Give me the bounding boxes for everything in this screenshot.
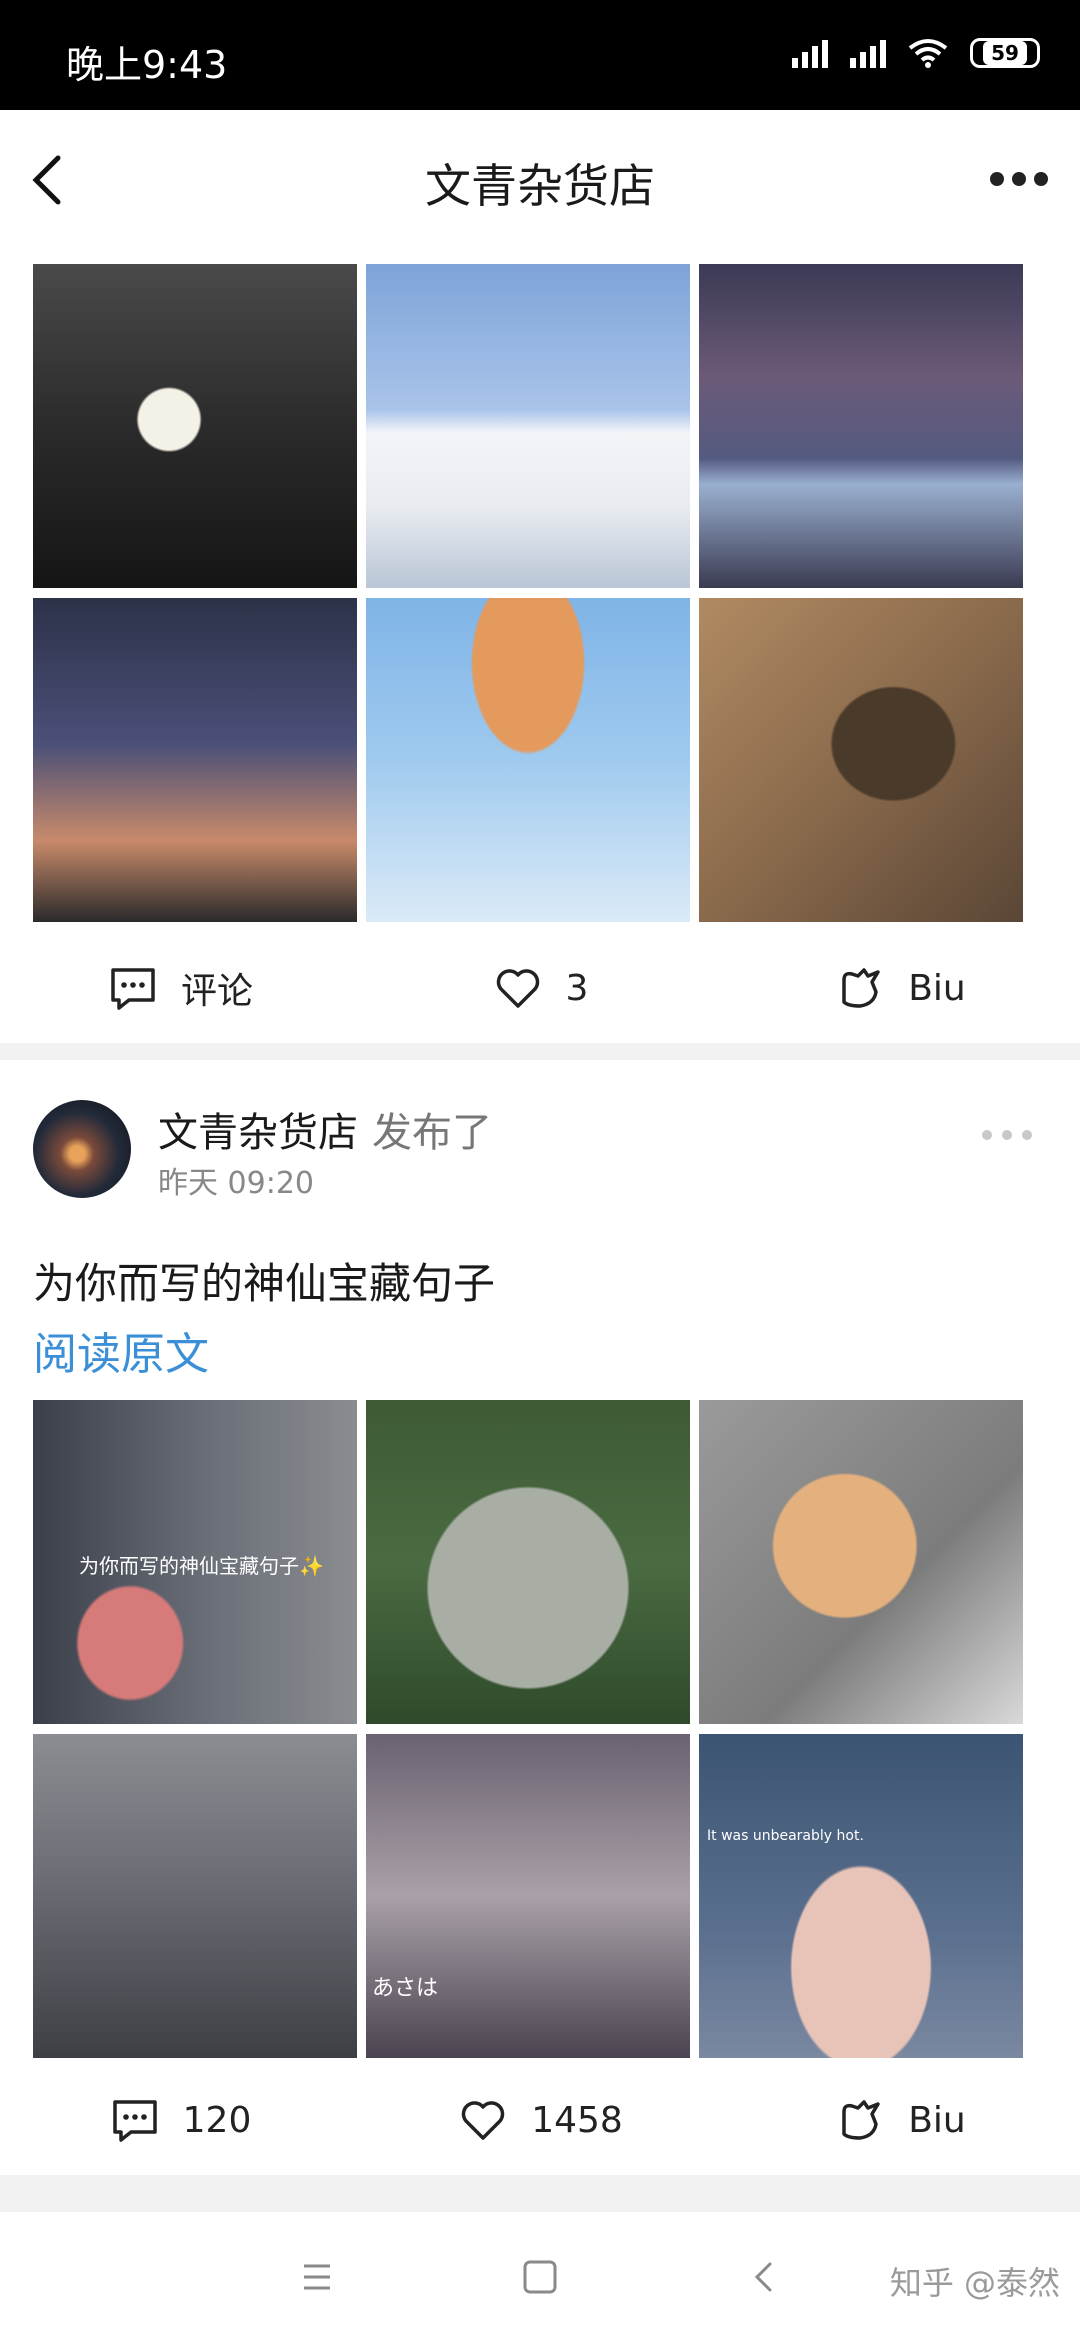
comment-icon xyxy=(111,968,155,1010)
comment-icon xyxy=(112,2100,157,2142)
comment-button[interactable]: 120 xyxy=(0,2070,360,2170)
photo-night-sea[interactable] xyxy=(699,264,1023,588)
photo-ship[interactable] xyxy=(366,264,690,588)
comment-count: 120 xyxy=(182,2099,252,2141)
photo-caption: 为你而写的神仙宝藏句子✨ xyxy=(79,1554,324,1578)
biu-button[interactable]: Biu xyxy=(720,2070,1080,2170)
home-square-icon[interactable] xyxy=(515,2252,565,2302)
author-name[interactable]: 文青杂货店 xyxy=(158,1110,358,1156)
photo-camera[interactable]: 为你而写的神仙宝藏句子✨ xyxy=(33,1400,357,1724)
battery-icon: 59 xyxy=(970,38,1040,68)
post-card-1: 评论 3 Biu xyxy=(0,248,1080,1043)
photo-bus-seats[interactable]: あさは xyxy=(366,1734,690,2058)
biu-label: Biu xyxy=(908,967,966,1009)
heart-icon xyxy=(496,969,539,1008)
post-2-actions: 120 1458 Biu xyxy=(0,2070,1080,2170)
biu-icon xyxy=(842,968,880,1008)
more-options-button[interactable] xyxy=(984,162,1054,196)
photo-caption: あさは xyxy=(372,1976,439,2001)
photo-rainy-street[interactable] xyxy=(33,1734,357,2058)
menu-icon[interactable] xyxy=(292,2252,342,2302)
read-original-link[interactable]: 阅读原文 xyxy=(33,1318,209,1382)
status-icons: 59 xyxy=(792,38,1040,68)
post-verb: 发布了 xyxy=(372,1110,492,1156)
signal-icon xyxy=(792,38,828,68)
like-button[interactable]: 1458 xyxy=(360,2070,720,2170)
back-icon[interactable] xyxy=(740,2252,790,2302)
post-title[interactable]: 为你而写的神仙宝藏句子 xyxy=(33,1250,495,1311)
comment-label: 评论 xyxy=(180,971,253,1012)
post-card-2: 文青杂货店 发布了 昨天 09:20 为你而写的神仙宝藏句子 阅读原文 为你而写的… xyxy=(0,1060,1080,2175)
biu-label: Biu xyxy=(908,2099,966,2141)
photo-cloud-sun[interactable]: It was unbearably hot. xyxy=(699,1734,1023,2058)
photo-cat-sky[interactable] xyxy=(366,598,690,922)
heart-icon xyxy=(461,2101,505,2140)
biu-icon xyxy=(842,2100,880,2140)
avatar[interactable] xyxy=(33,1100,131,1198)
wifi-icon xyxy=(908,39,948,68)
photo-remember-billboard[interactable] xyxy=(33,598,357,922)
photo-moon-bridge[interactable] xyxy=(33,264,357,588)
photo-umbrella[interactable] xyxy=(366,1400,690,1724)
post-1-actions: 评论 3 Biu xyxy=(0,938,1080,1038)
top-nav-bar: 文青杂货店 xyxy=(0,110,1080,248)
watermark: 知乎 @泰然 xyxy=(889,2264,1060,2302)
status-bar: 晚上9:43 59 xyxy=(0,0,1080,110)
photo-grid xyxy=(33,264,1023,922)
photo-shadow-couple[interactable] xyxy=(699,598,1023,922)
like-button[interactable]: 3 xyxy=(360,938,720,1038)
photo-caption: It was unbearably hot. xyxy=(707,1828,864,1844)
like-count: 3 xyxy=(565,967,589,1009)
photo-grid: 为你而写的神仙宝藏句子✨ あさは It was unbearably hot. xyxy=(33,1400,1023,2058)
signal-icon-2 xyxy=(850,38,886,68)
post-more-button[interactable] xyxy=(982,1130,1032,1140)
post-author[interactable]: 文青杂货店 发布了 xyxy=(158,1100,492,1158)
status-time: 晚上9:43 xyxy=(66,43,228,87)
post-time: 昨天 09:20 xyxy=(158,1166,314,1201)
like-count: 1458 xyxy=(531,2099,623,2141)
biu-button[interactable]: Biu xyxy=(720,938,1080,1038)
comment-button[interactable]: 评论 xyxy=(0,938,360,1038)
page-title: 文青杂货店 xyxy=(425,159,655,213)
photo-teddy-bear[interactable] xyxy=(699,1400,1023,1724)
